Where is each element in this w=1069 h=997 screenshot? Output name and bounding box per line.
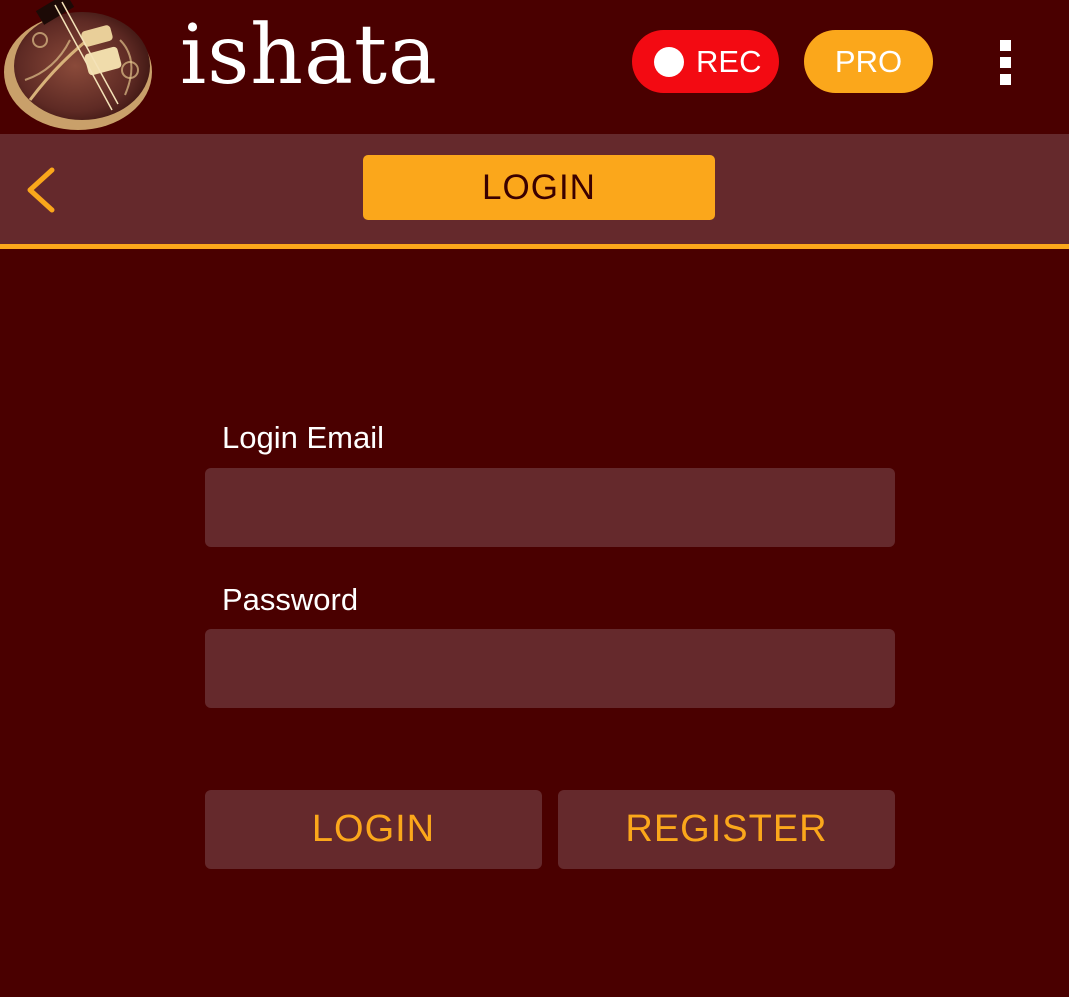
email-field[interactable] [205,468,895,547]
more-vertical-icon[interactable] [990,36,1022,88]
record-button-label: REC [696,43,762,79]
app-header: ishata REC PRO [0,0,1069,134]
page-title: LOGIN [363,155,715,220]
sitar-logo-icon [4,0,152,130]
password-field[interactable] [205,629,895,708]
chevron-left-icon[interactable] [20,162,64,218]
page-title-bar: LOGIN [0,134,1069,249]
record-button[interactable]: REC [632,30,779,93]
pro-button[interactable]: PRO [804,30,933,93]
email-label: Login Email [222,420,384,455]
app-logo-text: ishata [180,8,438,103]
password-label: Password [222,582,359,617]
record-dot-icon [654,46,684,77]
app-root: ishata REC PRO LOGIN Login Email Passwor… [0,0,1069,997]
login-button[interactable]: LOGIN [205,790,542,869]
register-button[interactable]: REGISTER [558,790,895,869]
